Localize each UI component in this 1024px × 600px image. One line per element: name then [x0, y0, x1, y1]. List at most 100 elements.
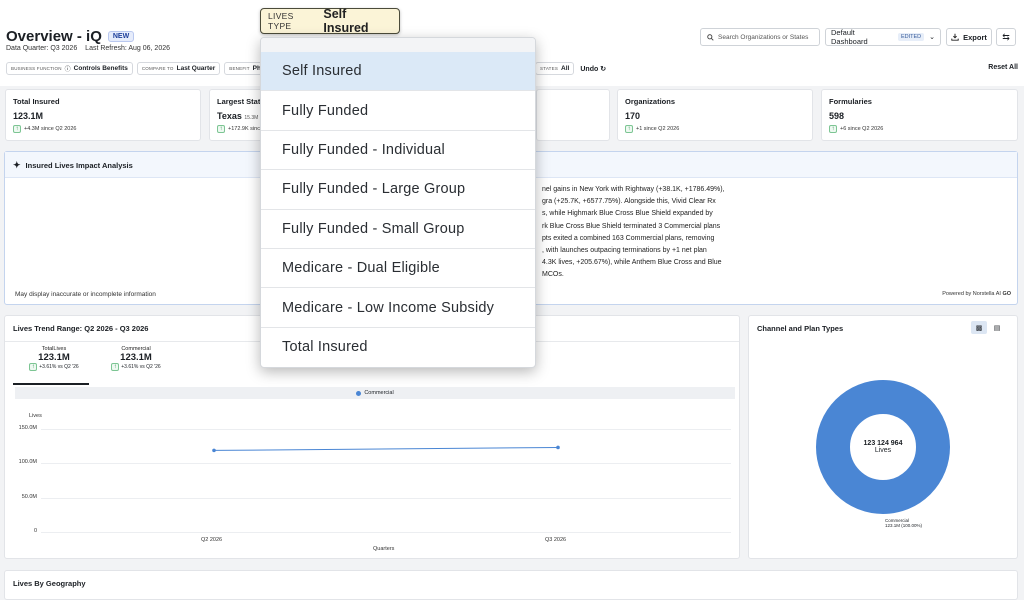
- chevron-down-icon: ⌄: [929, 34, 935, 41]
- insight-line: s, while Highmark Blue Cross Blue Shield…: [542, 210, 713, 218]
- page-title: Overview - iQ NEW: [6, 28, 135, 45]
- kpi-card-total-insured: Total Insured 123.1M ↑ +4.3M since Q2 202…: [5, 89, 201, 141]
- menu-item-total-insured[interactable]: Total Insured: [261, 328, 535, 367]
- arrow-up-icon: ↑: [217, 125, 225, 133]
- menu-item-fully-funded-individual[interactable]: Fully Funded - Individual: [261, 131, 535, 171]
- kpi-value-text: Texas: [217, 111, 242, 121]
- download-icon: [951, 33, 959, 41]
- filter-key: COMPARE TO: [141, 66, 174, 71]
- kpi-card-hidden: [536, 89, 610, 141]
- undo-icon: ↻: [600, 65, 607, 73]
- lives-type-value: Self Insured: [323, 7, 369, 35]
- search-input[interactable]: Search Organizations or States: [700, 28, 820, 46]
- menu-item-medicare-dual-eligible[interactable]: Medicare - Dual Eligible: [261, 249, 535, 289]
- data-point[interactable]: [556, 445, 560, 450]
- kpi-value: Texas 15.3M: [217, 111, 258, 121]
- edited-badge: EDITED: [897, 33, 925, 41]
- data-quarter: Data Quarter: Q3 2026: [6, 45, 78, 52]
- data-freshness: Data Quarter: Q3 2026 Last Refresh: Aug …: [6, 45, 176, 52]
- kpi-label: Total Insured: [13, 97, 60, 106]
- kpi-label: Largest State: [217, 97, 265, 106]
- kpi-delta-text: +172.9K since: [228, 126, 264, 132]
- lives-type-key: LIVES TYPE: [268, 11, 294, 31]
- menu-item-fully-funded-small-group[interactable]: Fully Funded - Small Group: [261, 210, 535, 249]
- kpi-label: Formularies: [829, 97, 872, 106]
- arrow-up-icon: ↑: [829, 125, 837, 133]
- lives-type-menu: Self Insured Fully Funded Fully Funded - I…: [260, 37, 536, 368]
- x-tick-label: Q2 2026: [201, 537, 223, 543]
- swap-arrows-icon: ⇆: [1002, 31, 1010, 42]
- business-function-filter[interactable]: BUSINESS FUNCTION ⓘ Controls Benefits: [6, 62, 133, 75]
- reset-all-button[interactable]: Reset All: [988, 64, 1018, 71]
- menu-header: [261, 38, 535, 52]
- search-icon: [707, 33, 714, 41]
- filter-key: BENEFIT: [229, 66, 250, 71]
- kpi-label: Organizations: [625, 97, 676, 106]
- menu-item-self-insured[interactable]: Self Insured: [261, 52, 535, 92]
- kpi-card-organizations: Organizations 170 ↑ +1 since Q2 2026: [617, 89, 813, 141]
- arrow-up-icon: ↑: [13, 125, 21, 133]
- norstella-logo-icon: GO: [1002, 291, 1011, 297]
- insight-line: , with launches outpacing terminations b…: [542, 247, 707, 255]
- bar-chart-view-button[interactable]: ▩: [971, 321, 987, 334]
- x-tick-label: Q3 2026: [545, 537, 567, 543]
- filter-value: All: [561, 65, 570, 72]
- dashboard-select[interactable]: Default Dashboard EDITED ⌄: [825, 28, 941, 46]
- table-icon: ▤: [993, 324, 1001, 332]
- slice-label-pct: 123.1M (100.00%): [885, 523, 923, 528]
- export-button[interactable]: Export: [946, 28, 992, 46]
- info-icon: ⓘ: [64, 67, 71, 73]
- insight-line: pts exited a combined 163 Commercial pla…: [542, 234, 715, 242]
- insight-line: 4.3K lives, +205.67%), while Anthem Blue…: [542, 259, 722, 267]
- table-view-button[interactable]: ▤: [989, 321, 1005, 334]
- donut-center: 123 124 964 Lives: [833, 440, 933, 454]
- data-point[interactable]: [212, 448, 216, 453]
- panel-title: Channel and Plan Types: [757, 324, 844, 333]
- panel-title: ✦ Insured Lives Impact Analysis: [13, 160, 133, 171]
- kpi-sub: 15.3M: [244, 115, 259, 121]
- new-badge: NEW: [107, 31, 135, 42]
- menu-item-list: Self Insured Fully Funded Fully Funded - I…: [261, 52, 535, 367]
- menu-item-fully-funded-large-group[interactable]: Fully Funded - Large Group: [261, 170, 535, 210]
- kpi-value: 170: [625, 111, 641, 121]
- sparkle-icon: ✦: [13, 160, 21, 170]
- swap-button[interactable]: ⇆: [996, 28, 1016, 46]
- states-filter[interactable]: STATES All: [535, 62, 575, 75]
- filter-bar: BUSINESS FUNCTION ⓘ Controls Benefits CO…: [6, 62, 289, 75]
- filter-key: STATES: [540, 66, 559, 71]
- dashboard-name: Default Dashboard: [831, 28, 868, 46]
- kpi-delta: ↑ +1 since Q2 2026: [625, 125, 679, 133]
- last-refresh: Last Refresh: Aug 06, 2026: [85, 45, 171, 52]
- insight-line: rk Blue Cross Blue Shield terminated 3 C…: [542, 222, 721, 230]
- compare-to-filter[interactable]: COMPARE TO Last Quarter: [136, 62, 221, 75]
- series-line: [213, 446, 559, 451]
- panel-title: Lives By Geography: [13, 579, 86, 588]
- search-placeholder: Search Organizations or States: [718, 33, 809, 41]
- powered-by: Powered by Norstella AI GO: [942, 291, 1011, 297]
- kpi-delta-text: +4.3M since Q2 2026: [24, 126, 77, 132]
- arrow-up-icon: ↑: [625, 125, 633, 133]
- powered-by-text: Powered by Norstella AI: [942, 291, 1001, 297]
- kpi-delta-text: +1 since Q2 2026: [636, 126, 680, 132]
- panel-title-text: Insured Lives Impact Analysis: [25, 161, 133, 170]
- export-label: Export: [963, 32, 987, 42]
- slice-label: Commercial 123.1M (100.00%): [885, 518, 922, 528]
- filter-value: Last Quarter: [176, 65, 216, 72]
- filter-value: Controls Benefits: [73, 65, 128, 72]
- menu-item-medicare-low-income-subsidy[interactable]: Medicare - Low Income Subsidy: [261, 288, 535, 328]
- menu-item-fully-funded[interactable]: Fully Funded: [261, 91, 535, 131]
- kpi-delta: ↑ +4.3M since Q2 2026: [13, 125, 76, 133]
- filter-key: BUSINESS FUNCTION: [11, 66, 62, 71]
- insight-line: MCOs.: [542, 271, 564, 279]
- undo-label: Undo: [580, 65, 599, 73]
- kpi-delta-text: +6 since Q2 2026: [840, 126, 884, 132]
- channel-plan-types-panel: Channel and Plan Types ▩ ▤ 123 124 964 L…: [748, 315, 1018, 559]
- lives-type-select[interactable]: LIVES TYPE Self Insured: [260, 7, 400, 35]
- insight-line: gra (+25.7K, +6577.75%). Alongside this,…: [542, 198, 716, 206]
- filter-bar-right: STATES All Undo ↻: [535, 62, 606, 75]
- kpi-delta: ↑ +6 since Q2 2026: [829, 125, 883, 133]
- disclaimer: May display inaccurate or incomplete inf…: [15, 291, 156, 298]
- kpi-card-formularies: Formularies 598 ↑ +6 since Q2 2026: [821, 89, 1018, 141]
- page-title-text: Overview - iQ: [6, 28, 102, 45]
- undo-button[interactable]: Undo ↻: [580, 65, 606, 73]
